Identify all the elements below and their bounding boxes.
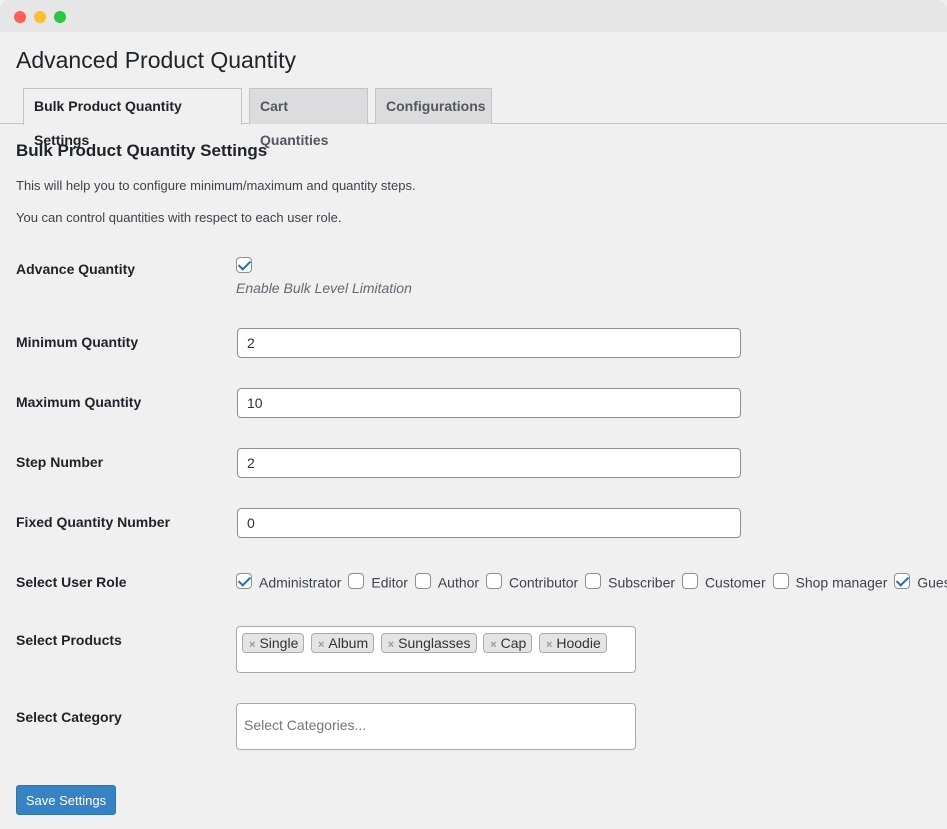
role-option-customer[interactable]: Customer <box>681 572 766 591</box>
minimize-window-button[interactable] <box>34 11 46 23</box>
product-chip-label: Cap <box>500 635 527 651</box>
role-checkbox-customer[interactable] <box>681 572 698 589</box>
role-option-shop-manager[interactable]: Shop manager <box>772 572 888 591</box>
minimum-quantity-label: Minimum Quantity <box>16 334 139 350</box>
fixed-quantity-label: Fixed Quantity Number <box>16 514 171 530</box>
role-label-author: Author <box>437 574 480 591</box>
section-description: This will help you to configure minimum/… <box>16 178 416 193</box>
role-option-author[interactable]: Author <box>414 572 480 591</box>
section-title: Bulk Product Quantity Settings <box>16 141 268 160</box>
user-role-options: Administrator Editor Author Contributor … <box>236 572 947 591</box>
category-multiselect[interactable]: Select Categories... <box>236 703 636 750</box>
save-settings-button[interactable]: Save Settings <box>16 785 116 815</box>
product-chip: × Sunglasses <box>380 633 477 653</box>
tab-cart-quantities[interactable]: Cart Quantities <box>249 88 368 148</box>
advance-quantity-label: Advance Quantity <box>16 261 136 277</box>
app-window: Advanced Product Quantity Bulk Product Q… <box>0 0 947 829</box>
step-number-input[interactable] <box>237 448 741 478</box>
product-chip-label: Single <box>259 635 299 651</box>
role-label-shop-manager: Shop manager <box>795 574 888 591</box>
zoom-window-button[interactable] <box>54 11 66 23</box>
product-chip-label: Sunglasses <box>398 635 471 651</box>
remove-icon[interactable]: × <box>318 639 324 651</box>
role-label-editor: Editor <box>371 574 408 591</box>
maximum-quantity-label: Maximum Quantity <box>16 394 142 410</box>
product-chip: × Hoodie <box>538 633 607 653</box>
product-chip: × Cap <box>483 633 533 653</box>
remove-icon[interactable]: × <box>546 639 552 651</box>
maximum-quantity-input[interactable] <box>237 388 741 418</box>
role-label-customer: Customer <box>704 574 766 591</box>
role-option-editor[interactable]: Editor <box>348 572 408 591</box>
category-label: Select Category <box>16 709 122 725</box>
role-checkbox-editor[interactable] <box>348 572 365 589</box>
tab-bulk-product-quantity-settings[interactable]: Bulk Product Quantity Settings <box>23 88 242 148</box>
remove-icon[interactable]: × <box>490 639 496 651</box>
product-chip-label: Hoodie <box>556 635 601 651</box>
role-checkbox-shop-manager[interactable] <box>772 572 789 589</box>
advance-quantity-hint: Enable Bulk Level Limitation <box>236 280 412 296</box>
products-label: Select Products <box>16 632 122 648</box>
role-checkbox-guest[interactable] <box>894 572 911 589</box>
role-checkbox-subscriber[interactable] <box>585 572 602 589</box>
minimum-quantity-input[interactable] <box>237 328 741 358</box>
product-chip-label: Album <box>328 635 369 651</box>
product-chip: × Single <box>242 633 305 653</box>
user-role-label: Select User Role <box>16 574 127 590</box>
role-checkbox-contributor[interactable] <box>485 572 502 589</box>
fixed-quantity-input[interactable] <box>237 508 741 538</box>
page-title: Advanced Product Quantity <box>16 47 296 73</box>
products-multiselect[interactable]: × Single × Album × Sunglasses × Cap × Hoodie <box>236 626 636 673</box>
title-bar <box>0 0 947 32</box>
advance-quantity-checkbox[interactable] <box>236 257 252 273</box>
step-number-label: Step Number <box>16 454 104 470</box>
role-checkbox-administrator[interactable] <box>236 572 252 589</box>
role-label-administrator: Administrator <box>259 574 342 591</box>
role-option-guest[interactable]: Guest <box>894 572 947 591</box>
tab-bar: Bulk Product Quantity Settings Cart Quan… <box>0 88 947 148</box>
role-label-contributor: Contributor <box>508 574 579 591</box>
section-description-roles: You can control quantities with respect … <box>16 210 342 225</box>
remove-icon[interactable]: × <box>388 639 394 651</box>
role-option-contributor[interactable]: Contributor <box>485 572 579 591</box>
tab-configurations[interactable]: Configurations <box>375 88 492 124</box>
role-label-subscriber: Subscriber <box>608 574 676 591</box>
product-chip: × Album <box>310 633 375 653</box>
close-window-button[interactable] <box>14 11 26 23</box>
role-option-subscriber[interactable]: Subscriber <box>585 572 676 591</box>
role-label-guest: Guest <box>917 574 947 591</box>
role-checkbox-author[interactable] <box>414 572 431 589</box>
role-option-administrator[interactable]: Administrator <box>236 572 342 591</box>
remove-icon[interactable]: × <box>249 639 255 651</box>
